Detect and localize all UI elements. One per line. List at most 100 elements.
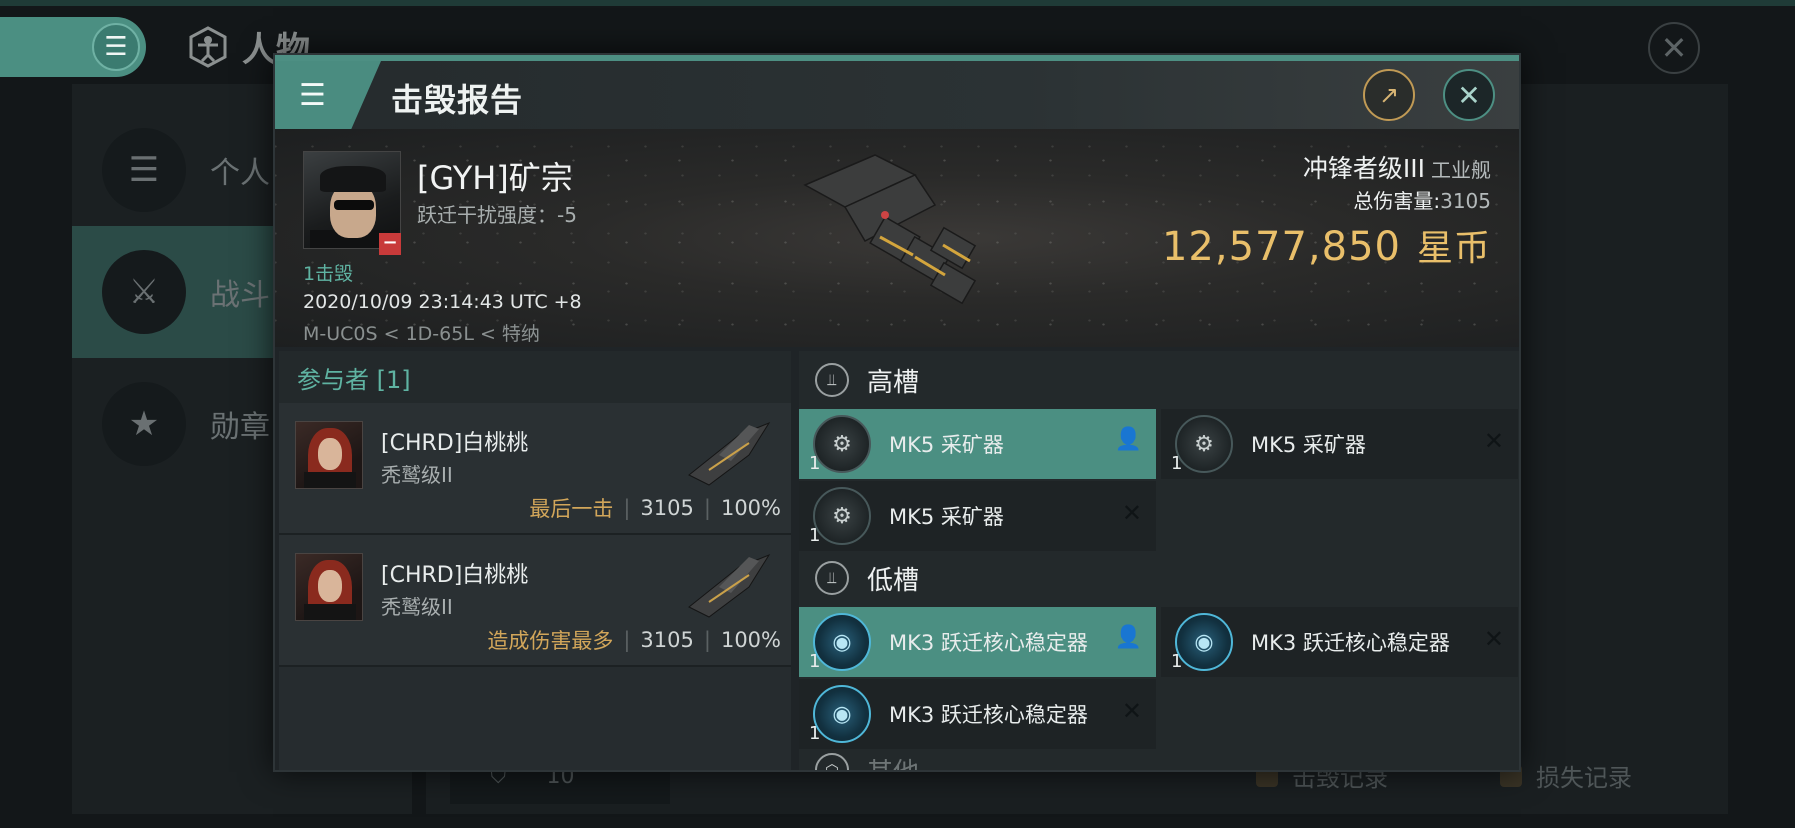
- modal-title: 击毁报告: [391, 81, 524, 119]
- high-slot-item[interactable]: ⚙ 1 MK5 采矿器 👤: [799, 409, 1156, 479]
- destroyed-icon: ✕: [1483, 625, 1504, 653]
- kill-location[interactable]: M-UC0S < 1D-65L < 特纳: [303, 319, 540, 346]
- slot-item-name: MK5 采矿器: [1251, 433, 1366, 457]
- divider: |: [623, 496, 631, 520]
- slot-item-name: MK5 采矿器: [889, 433, 1004, 457]
- divider: |: [623, 628, 631, 652]
- total-damage-label: 总伤害量:: [1353, 189, 1441, 213]
- participant-avatar: [295, 553, 363, 621]
- participant-ship-image: [688, 553, 771, 618]
- participant-ship: 秃鹫级II: [381, 595, 453, 619]
- participant-name: [CHRD]白桃桃: [381, 431, 529, 456]
- main-menu-button[interactable]: ☰: [0, 17, 146, 77]
- destroyed-icon: ✕: [1483, 427, 1504, 455]
- participant-ship-image: [688, 421, 771, 486]
- mining-laser-icon: ⚙: [813, 487, 871, 545]
- star-badge-icon: ★: [102, 382, 186, 466]
- character-hex-icon: [189, 25, 227, 68]
- kill-summary-banner: − [GYH]矿宗 跃迁干扰强度：-5 1击毁 2020/10/09 23:14…: [275, 129, 1519, 347]
- slot-quantity: 1: [809, 525, 821, 546]
- destroyed-icon: ✕: [1121, 499, 1142, 527]
- participant-damage: 3105: [640, 496, 694, 520]
- isk-unit: 星币: [1416, 228, 1491, 269]
- low-slot-item[interactable]: ◉ 1 MK3 跃迁核心稳定器 ✕: [799, 679, 1156, 749]
- share-icon: ↗: [1378, 81, 1400, 109]
- loss-record-label: 损失记录: [1536, 764, 1632, 792]
- participants-header: 参与者 [1]: [279, 351, 791, 403]
- participant-stats: 最后一击 | 3105 | 100%: [529, 493, 781, 523]
- warp-disrupt-strength: 跃迁干扰强度：-5: [417, 203, 577, 227]
- high-slot-header: ⫫ 高槽: [799, 355, 1519, 405]
- low-slot-item[interactable]: ◉ 1 MK3 跃迁核心稳定器 ✕: [1161, 607, 1518, 677]
- share-button[interactable]: ↗: [1363, 69, 1415, 121]
- total-damage-value: 3105: [1440, 189, 1491, 213]
- low-slot-label: 低槽: [867, 565, 920, 596]
- slot-item-name: MK5 采矿器: [889, 505, 1004, 529]
- participant-percent: 100%: [720, 628, 781, 652]
- warp-core-stabilizer-icon: ◉: [813, 685, 871, 743]
- victim-name[interactable]: [GYH]矿宗: [417, 153, 573, 199]
- participant-avatar: [295, 421, 363, 489]
- participant-damage: 3105: [640, 628, 694, 652]
- ship-class: 工业舰: [1431, 158, 1491, 182]
- crossed-swords-icon: ⚔: [102, 250, 186, 334]
- divider: |: [703, 496, 711, 520]
- slot-quantity: 1: [1171, 651, 1183, 672]
- kill-report-modal: ☰ 击毁报告 ↗ ✕ − [GYH]矿宗 跃迁干扰强度：-5 1击毁 2020/…: [273, 53, 1521, 772]
- divider: |: [703, 628, 711, 652]
- menu-icon: ☰: [299, 77, 326, 113]
- fitted-person-icon: 👤: [1114, 625, 1142, 650]
- high-slot-item[interactable]: ⚙ 1 MK5 采矿器 ✕: [799, 481, 1156, 551]
- total-damage: 总伤害量:3105: [1353, 185, 1491, 214]
- mining-laser-icon: ⚙: [813, 415, 871, 473]
- participant-name: [CHRD]白桃桃: [381, 563, 529, 588]
- modal-close-button[interactable]: ✕: [1443, 69, 1495, 121]
- ship-name-text: 冲锋者级III: [1302, 154, 1425, 183]
- other-slot-icon: ⬡: [815, 753, 849, 770]
- participant-row[interactable]: [CHRD]白桃桃 秃鹫级II 最后一击 | 3105 | 100%: [279, 403, 791, 535]
- warp-core-stabilizer-icon: ◉: [813, 613, 871, 671]
- sidebar-item-label: 个人: [210, 156, 270, 191]
- slot-quantity: 1: [809, 453, 821, 474]
- participant-tag: 最后一击: [529, 497, 614, 521]
- destroyed-ship-image: [803, 154, 977, 305]
- low-slot-item[interactable]: ◉ 1 MK3 跃迁核心稳定器 👤: [799, 607, 1156, 677]
- close-icon: ✕: [1660, 29, 1688, 67]
- page-close-button[interactable]: ✕: [1648, 22, 1700, 74]
- modal-menu-button[interactable]: ☰: [275, 61, 381, 129]
- slot-quantity: 1: [809, 723, 821, 744]
- kill-count: 1击毁: [303, 263, 354, 285]
- low-slot-header: ⫫ 低槽: [799, 553, 1519, 603]
- menu-icon: ☰: [92, 23, 140, 71]
- participant-stats: 造成伤害最多 | 3105 | 100%: [487, 625, 781, 655]
- list-icon: ☰: [102, 128, 186, 212]
- participant-ship: 秃鹫级II: [381, 463, 453, 487]
- ship-name: 冲锋者级III 工业舰: [1303, 149, 1491, 185]
- close-icon: ✕: [1457, 78, 1481, 112]
- slot-item-name: MK3 跃迁核心稳定器: [889, 631, 1088, 655]
- slot-item-name: MK3 跃迁核心稳定器: [889, 703, 1088, 727]
- participant-tag: 造成伤害最多: [487, 629, 614, 653]
- minus-badge-icon: −: [379, 233, 401, 255]
- low-slot-icon: ⫫: [815, 561, 849, 595]
- sidebar-item-label: 战斗: [210, 278, 270, 313]
- destroyed-icon: ✕: [1121, 697, 1142, 725]
- slot-quantity: 1: [809, 651, 821, 672]
- mining-laser-icon: ⚙: [1175, 415, 1233, 473]
- other-slot-header: ⬡ 其他: [799, 745, 1519, 771]
- high-slot-label: 高槽: [867, 367, 920, 398]
- other-slot-label: 其他: [867, 752, 919, 771]
- modal-header: ☰ 击毁报告 ↗ ✕: [275, 61, 1519, 129]
- kill-time: 2020/10/09 23:14:43 UTC +8: [303, 291, 582, 313]
- high-slot-item[interactable]: ⚙ 1 MK5 采矿器 ✕: [1161, 409, 1518, 479]
- warp-core-stabilizer-icon: ◉: [1175, 613, 1233, 671]
- isk-value: 12,577,850 星币: [1162, 219, 1491, 271]
- isk-amount: 12,577,850: [1161, 224, 1401, 270]
- slot-quantity: 1: [1171, 453, 1183, 474]
- high-slot-icon: ⫫: [815, 363, 849, 397]
- top-accent-line: [0, 0, 1795, 6]
- sidebar-item-label: 勋章: [210, 410, 270, 445]
- fitted-person-icon: 👤: [1114, 427, 1142, 452]
- participant-row[interactable]: [CHRD]白桃桃 秃鹫级II 造成伤害最多 | 3105 | 100%: [279, 535, 791, 667]
- participant-percent: 100%: [720, 496, 781, 520]
